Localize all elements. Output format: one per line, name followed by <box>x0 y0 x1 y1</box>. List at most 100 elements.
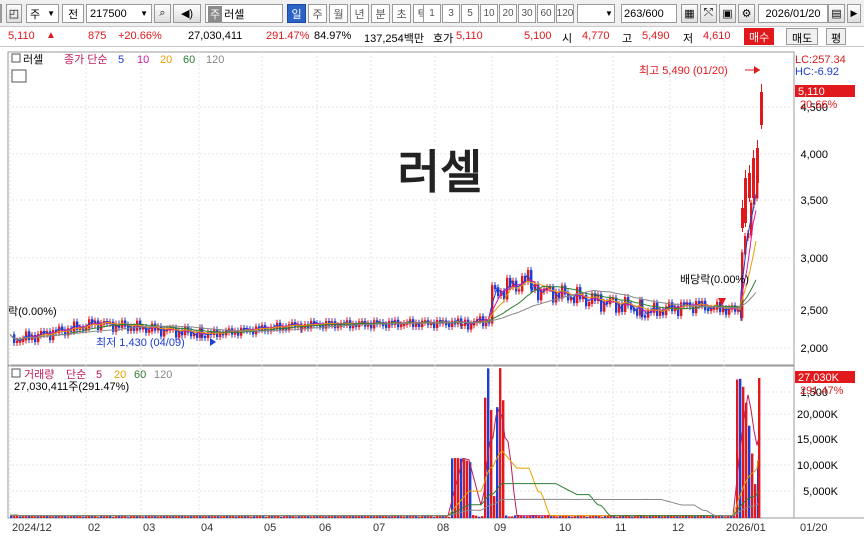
period-tab-4[interactable]: 분 <box>371 4 390 23</box>
interval-button-1[interactable]: 3 <box>442 4 460 23</box>
chart-area[interactable]: 러셀 4,500 4,000 3,500 3,000 2,500 2,000 1,500 20… <box>0 48 864 536</box>
volume-ma-period: 120 <box>154 369 172 381</box>
volume-label: 거래량 <box>24 368 54 381</box>
ma-period-label: 120 <box>206 54 224 66</box>
candle <box>695 301 698 314</box>
interval-button-6[interactable]: 60 <box>537 4 555 23</box>
current-volume-label: 27,030K <box>798 372 840 384</box>
price-axis-label: 2,000 <box>800 343 828 355</box>
trend-icon[interactable]: ⤲ <box>700 4 717 23</box>
interval-button-4[interactable]: 20 <box>499 4 517 23</box>
volume-bar <box>388 516 391 518</box>
candle <box>451 320 454 328</box>
x-axis-label: 08 <box>437 522 449 534</box>
candle <box>461 323 464 327</box>
period-tab-1[interactable]: 주 <box>308 4 327 23</box>
volume-bar <box>514 515 517 518</box>
volume-bar <box>664 516 667 518</box>
search-icon[interactable]: ⌕ <box>154 4 171 23</box>
low-value: 4,610 <box>703 30 731 42</box>
interval-button-3[interactable]: 10 <box>480 4 498 23</box>
prev-select[interactable]: 전 <box>62 4 84 23</box>
turnover-value: 84.97% <box>314 30 352 42</box>
period-tab-3[interactable]: 년 <box>350 4 369 23</box>
volume-bar <box>508 516 511 518</box>
volume-bar <box>325 516 328 518</box>
candle <box>518 289 521 292</box>
volume-bar <box>403 516 406 518</box>
price-panel-title: 러셀 <box>23 53 43 66</box>
ma-period-label: 20 <box>160 54 172 66</box>
eval-button[interactable]: 평 <box>826 28 847 45</box>
save-icon[interactable]: ▣ <box>719 4 736 23</box>
dividend-annotation: 배당락(0.00%) <box>680 273 749 286</box>
x-axis-label: 06 <box>319 522 331 534</box>
volume-bar <box>469 462 472 518</box>
interval-button-0[interactable]: 1 <box>423 4 441 23</box>
chevron-down-icon: ▼ <box>140 9 148 18</box>
stock-name-field[interactable]: 주 러셀 <box>205 4 283 23</box>
volume-bar <box>694 516 697 518</box>
volume-bar <box>724 516 727 518</box>
grid-icon[interactable]: ▦ <box>681 4 698 23</box>
period-tab-2[interactable]: 월 <box>329 4 348 23</box>
stock-chart[interactable]: 러셀 4,5004,0003,5003,0002,5002,0001,50020… <box>0 48 864 536</box>
x-axis-last-label: 01/20 <box>800 522 828 534</box>
volume-bar <box>676 516 679 518</box>
volume-bar <box>385 516 388 518</box>
count-field[interactable]: 263/600 <box>621 4 677 23</box>
low-annotation: 최저 1,430 (04/09) <box>96 336 185 349</box>
sell-button[interactable]: 매도 <box>786 28 819 45</box>
volume-bar <box>481 516 484 518</box>
ma-period-label: 60 <box>183 54 195 66</box>
volume-bar <box>541 516 544 518</box>
buy-button[interactable]: 매수 <box>744 28 775 45</box>
gear-icon[interactable]: ⚙ <box>738 4 755 23</box>
chevron-right-icon[interactable]: ▶ <box>847 4 861 23</box>
volume-bar <box>493 496 496 518</box>
volume-axis-label: 5,000K <box>803 486 839 498</box>
speaker-icon[interactable]: ◀) <box>173 4 201 23</box>
ma-period-label: 5 <box>118 54 124 66</box>
interval-button-5[interactable]: 30 <box>518 4 536 23</box>
x-axis-label: 07 <box>373 522 385 534</box>
x-axis-label: 09 <box>494 522 506 534</box>
price-axis-label: 4,000 <box>800 149 828 161</box>
candle <box>615 297 618 313</box>
period-tab-0[interactable]: 일 <box>287 4 306 23</box>
interval-button-7[interactable]: 120 <box>556 4 574 23</box>
stock-code-input[interactable]: 217500 ▼ <box>86 4 152 23</box>
high-annotation: 최고 5,490 (01/20) <box>639 64 728 77</box>
volume-bar <box>310 516 313 518</box>
candle <box>400 324 403 328</box>
volume-bar <box>145 516 148 518</box>
market-select[interactable]: 주 ▼ <box>26 4 59 23</box>
candle <box>641 299 644 318</box>
volume-bar <box>646 516 649 518</box>
x-axis-label: 03 <box>143 522 155 534</box>
candle <box>494 285 497 290</box>
volume-bar <box>511 516 514 518</box>
volume-ma-period: 60 <box>134 369 146 381</box>
volume-bar <box>601 516 604 518</box>
volume-bar <box>754 484 757 518</box>
chevron-down-icon[interactable]: ▼ <box>602 4 616 23</box>
volume-bar <box>67 516 70 518</box>
bid-price-2: 5,100 <box>524 30 552 42</box>
up-arrow-icon: ▲ <box>46 30 56 41</box>
candle <box>588 301 591 307</box>
ma-label: 종가 단순 <box>64 53 108 66</box>
window-icon[interactable]: ◰ <box>6 4 22 23</box>
volume-panel-icon <box>11 368 21 378</box>
x-axis-label: 2026/01 <box>726 522 766 534</box>
calendar-icon[interactable]: ▤ <box>828 4 845 23</box>
watermark-title: 러셀 <box>398 146 483 198</box>
date-field[interactable]: 2026/01/20 <box>758 4 828 23</box>
x-axis-label: 2024/12 <box>12 522 52 534</box>
volume-bar <box>19 516 22 518</box>
period-tab-5[interactable]: 초 <box>392 4 411 23</box>
interval-button-2[interactable]: 5 <box>461 4 479 23</box>
volume-bar <box>571 516 574 518</box>
candle <box>707 308 710 312</box>
toolbar: ◰ 주 ▼ 전 217500 ▼ ⌕ ◀) 주 러셀 ▼ 263/600 ▦ ⤲ ▣… <box>0 0 864 27</box>
